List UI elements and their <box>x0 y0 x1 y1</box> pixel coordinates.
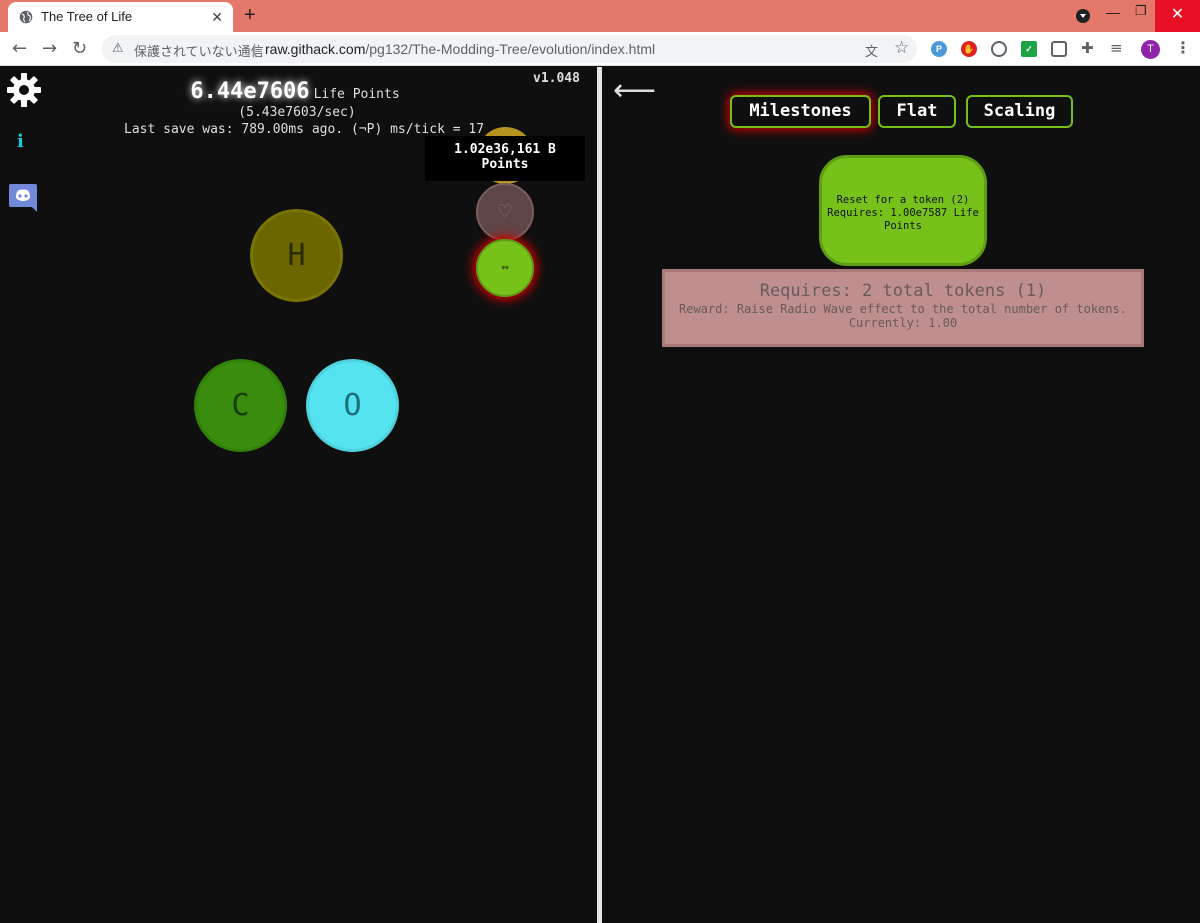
omnibox-separator: | <box>253 41 257 56</box>
translate-icon[interactable]: 文 <box>865 41 878 60</box>
url-text[interactable]: raw.githack.com/pg132/The-Modding-Tree/e… <box>265 41 655 57</box>
discord-icon[interactable] <box>8 181 38 213</box>
forward-icon[interactable]: → <box>42 38 57 59</box>
tooltip-value: 1.02e36,161 B <box>454 142 556 157</box>
browser-tab[interactable]: The Tree of Life ✕ <box>8 2 233 32</box>
back-arrow-icon[interactable]: ⟵ <box>613 73 656 108</box>
url-host: raw.githack.com <box>265 41 366 57</box>
warning-icon[interactable]: ⚠ <box>112 41 124 56</box>
reading-list-icon[interactable]: ≡ <box>1110 39 1123 57</box>
minimize-button[interactable]: — <box>1106 4 1120 20</box>
tab-search-icon[interactable] <box>1076 9 1090 23</box>
close-window-button[interactable]: ✕ <box>1155 0 1200 32</box>
layer-node-o[interactable]: O <box>306 359 399 452</box>
browser-toolbar: ← → ↻ ⚠ 保護されていない通信 | raw.githack.com/pg1… <box>0 32 1200 66</box>
points-display: 6.44e7606 Life Points <box>0 79 590 104</box>
extension-cast-icon[interactable] <box>1051 41 1067 57</box>
new-tab-button[interactable]: + <box>244 4 256 27</box>
game-viewport: i 6.44e7606 Life Points (5.43e7603/sec) L… <box>0 67 1200 923</box>
extension-hand-icon[interactable]: ✋ <box>961 41 977 57</box>
points-value: 6.44e7606 <box>190 79 310 104</box>
extension-check-icon[interactable]: ✓ <box>1021 41 1037 57</box>
points-tooltip: 1.02e36,161 B Points <box>425 136 585 181</box>
menu-icon[interactable]: ⋮ <box>1175 38 1191 57</box>
info-icon[interactable]: i <box>17 131 24 152</box>
reset-for-token-button[interactable]: Reset for a token (2) Requires: 1.00e758… <box>819 155 987 266</box>
back-icon[interactable]: ← <box>12 38 27 59</box>
browser-tab-strip: The Tree of Life ✕ + — ❐ ✕ <box>0 0 1200 32</box>
version-label: v1.048 <box>533 71 580 86</box>
star-icon[interactable]: ☆ <box>894 38 909 58</box>
layer-node-wave[interactable]: ↭ <box>476 239 534 297</box>
reset-requirement: Requires: 1.00e7587 Life <box>827 207 979 219</box>
reload-icon[interactable]: ↻ <box>72 38 87 59</box>
layer-node-c[interactable]: C <box>194 359 287 452</box>
save-info: Last save was: 789.00ms ago. (¬P) ms/tic… <box>124 122 485 137</box>
extension-p-icon[interactable]: P <box>931 41 947 57</box>
tab-flat[interactable]: Flat <box>878 95 956 128</box>
milestone-reward: Reward: Raise Radio Wave effect to the t… <box>679 302 1127 316</box>
heart-icon: ♡ <box>496 201 514 222</box>
milestone-current: Currently: 1.00 <box>848 316 958 330</box>
tab-close-icon[interactable]: ✕ <box>211 9 223 26</box>
security-status[interactable]: 保護されていない通信 <box>134 41 264 60</box>
reset-title: Reset for a token (2) <box>836 194 970 206</box>
restore-button[interactable]: ❐ <box>1135 3 1147 19</box>
url-path: /pg132/The-Modding-Tree/evolution/index.… <box>365 41 656 57</box>
tab-title: The Tree of Life <box>41 9 133 24</box>
extension-headphones-icon[interactable] <box>991 41 1007 57</box>
extensions-icon[interactable]: ✚ <box>1081 39 1094 57</box>
profile-avatar[interactable]: T <box>1141 40 1160 59</box>
tooltip-label: Points <box>481 157 529 172</box>
milestone-card: Requires: 2 total tokens (1) Reward: Rai… <box>662 269 1144 347</box>
layer-node-heart[interactable]: ♡ <box>476 183 534 241</box>
milestone-title: Requires: 2 total tokens (1) <box>759 281 1047 301</box>
layer-node-h[interactable]: H <box>250 209 343 302</box>
globe-icon <box>19 10 33 24</box>
tab-milestones[interactable]: Milestones <box>730 95 871 128</box>
address-bar[interactable]: ⚠ 保護されていない通信 | raw.githack.com/pg132/The… <box>102 35 917 63</box>
panel-divider[interactable] <box>597 67 602 923</box>
wave-icon: ↭ <box>501 260 509 275</box>
tab-scaling[interactable]: Scaling <box>966 95 1073 128</box>
reset-requirement-unit: Points <box>884 220 922 232</box>
points-rate: (5.43e7603/sec) <box>238 105 356 120</box>
points-unit: Life Points <box>313 87 400 102</box>
